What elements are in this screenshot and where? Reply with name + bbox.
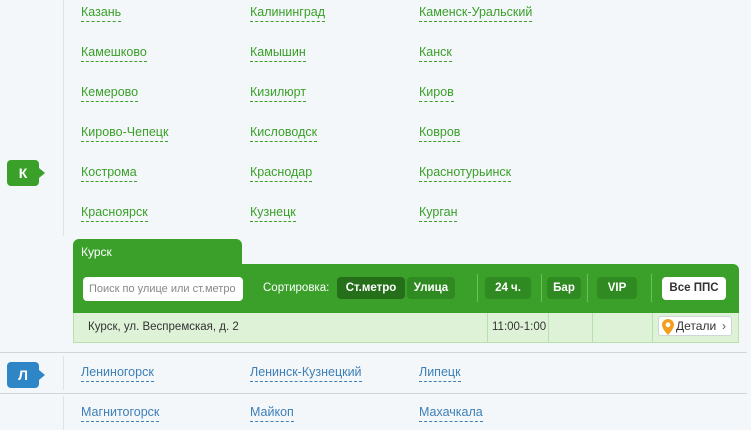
city-link[interactable]: Камышин [250, 44, 306, 62]
city-link[interactable]: Лениногорск [81, 364, 154, 382]
city-link[interactable]: Камешково [81, 44, 147, 62]
filter-vip-button[interactable]: VIP [597, 277, 637, 299]
city-link[interactable]: Магнитогорск [81, 404, 160, 422]
city-link[interactable]: Кизилюрт [250, 84, 307, 102]
letter-badge-k: К [7, 160, 45, 186]
city-link[interactable]: Ковров [419, 124, 461, 142]
city-link[interactable]: Кузнецк [250, 204, 296, 222]
city-link[interactable]: Ленинск-Кузнецкий [250, 364, 362, 382]
city-link[interactable]: Курган [419, 204, 458, 222]
section-separator [0, 393, 747, 394]
city-link[interactable]: Канск [419, 44, 452, 62]
city-link[interactable]: Калининград [250, 4, 326, 22]
city-link[interactable]: Казань [81, 4, 122, 22]
details-button[interactable]: Детали › [658, 316, 732, 336]
city-link[interactable]: Майкоп [250, 404, 294, 422]
section-separator [0, 352, 747, 353]
toolbar-divider [541, 274, 542, 302]
sort-metro-button[interactable]: Ст.метро [337, 277, 405, 299]
filter-24h-button[interactable]: 24 ч. [485, 277, 531, 299]
city-link[interactable]: Краснодар [250, 164, 313, 182]
cell-divider [548, 313, 549, 342]
details-label: Детали [676, 319, 717, 333]
city-link[interactable]: Красноярск [81, 204, 148, 222]
toolbar-divider [587, 274, 588, 302]
letter-badge-l: Л [7, 362, 45, 388]
section-divider-m [63, 396, 64, 430]
cell-divider [592, 313, 593, 342]
all-points-button[interactable]: Все ППС [662, 277, 726, 300]
filter-bar-button[interactable]: Бар [547, 277, 581, 299]
city-link[interactable]: Махачкала [419, 404, 483, 422]
pickup-address: Курск, ул. Веспремская, д. 2 [88, 321, 239, 333]
map-pin-icon [662, 319, 674, 335]
city-link[interactable]: Кемерово [81, 84, 139, 102]
city-link[interactable]: Липецк [419, 364, 461, 382]
section-divider-l [63, 356, 64, 390]
city-link[interactable]: Кисловодск [250, 124, 318, 142]
sort-street-button[interactable]: Улица [407, 277, 455, 299]
city-link[interactable]: Киров [419, 84, 454, 102]
sort-label: Сортировка: [263, 282, 330, 294]
selected-city-tab[interactable]: Курск [73, 239, 242, 267]
chevron-right-icon: › [722, 319, 726, 333]
street-search-input[interactable] [83, 277, 243, 301]
city-link[interactable]: Краснотурьинск [419, 164, 512, 182]
section-divider-k [63, 0, 64, 236]
city-link[interactable]: Каменск-Уральский [419, 4, 533, 22]
pickup-point-row[interactable]: Курск, ул. Веспремская, д. 2 11:00-1:00 … [73, 313, 739, 343]
cell-divider [652, 313, 653, 342]
toolbar-divider [477, 274, 478, 302]
cell-divider [487, 313, 488, 342]
pickup-toolbar: Сортировка: Ст.метро Улица 24 ч. Бар VIP… [73, 264, 739, 313]
city-link[interactable]: Кострома [81, 164, 137, 182]
city-link[interactable]: Кирово-Чепецк [81, 124, 169, 142]
toolbar-divider [651, 274, 652, 302]
pickup-hours: 11:00-1:00 [492, 321, 547, 333]
